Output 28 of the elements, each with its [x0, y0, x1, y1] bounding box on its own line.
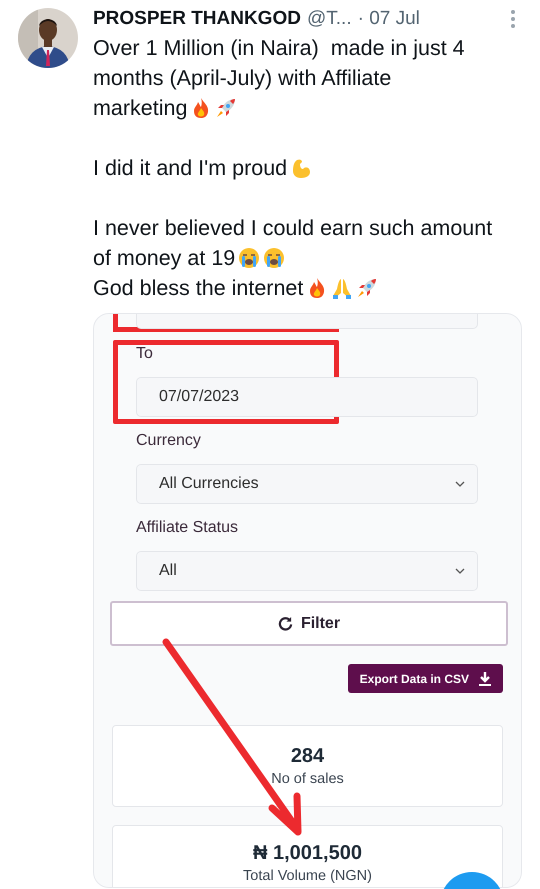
author-handle[interactable]: @T...: [306, 8, 352, 30]
stat-value: ₦ 1,001,500: [253, 842, 362, 865]
more-icon[interactable]: [510, 9, 516, 29]
refresh-icon: [278, 616, 293, 631]
date-field[interactable]: 07/07/2023: [136, 377, 478, 417]
field-label: Currency: [135, 432, 202, 451]
field-label: To: [135, 345, 154, 364]
chevron-icon: [455, 568, 465, 574]
export-button[interactable]: Export Data in CSV: [348, 664, 503, 693]
author-name[interactable]: PROSPER THANKGOD: [93, 8, 301, 30]
tweet-text: Over 1 Million (in Naira) made in just 4: [93, 35, 465, 62]
tweet-date[interactable]: · 07 Jul: [358, 8, 420, 30]
download-icon: [479, 672, 491, 686]
tweet-text: I never believed I could earn such amount: [93, 215, 492, 242]
tweet-text: months (April-July) with Affiliate: [93, 65, 392, 92]
stat-label: No of sales: [271, 771, 344, 787]
tweet-text: I did it and I'm proud: [93, 155, 288, 182]
select-field[interactable]: All Currencies: [136, 464, 478, 504]
field-label: Affiliate Status: [135, 519, 239, 538]
date-field[interactable]: [136, 314, 478, 329]
tweet-text: God bless the internet: [93, 275, 304, 302]
stat-label: Total Volume (NGN): [243, 868, 372, 884]
tweet-text: marketing: [93, 95, 188, 122]
stat-value: 284: [290, 745, 324, 768]
select-field[interactable]: All: [136, 551, 478, 591]
tweet-text: of money at 19: [93, 245, 236, 272]
filter-button[interactable]: Filter: [110, 601, 508, 646]
chevron-icon: [455, 481, 465, 487]
